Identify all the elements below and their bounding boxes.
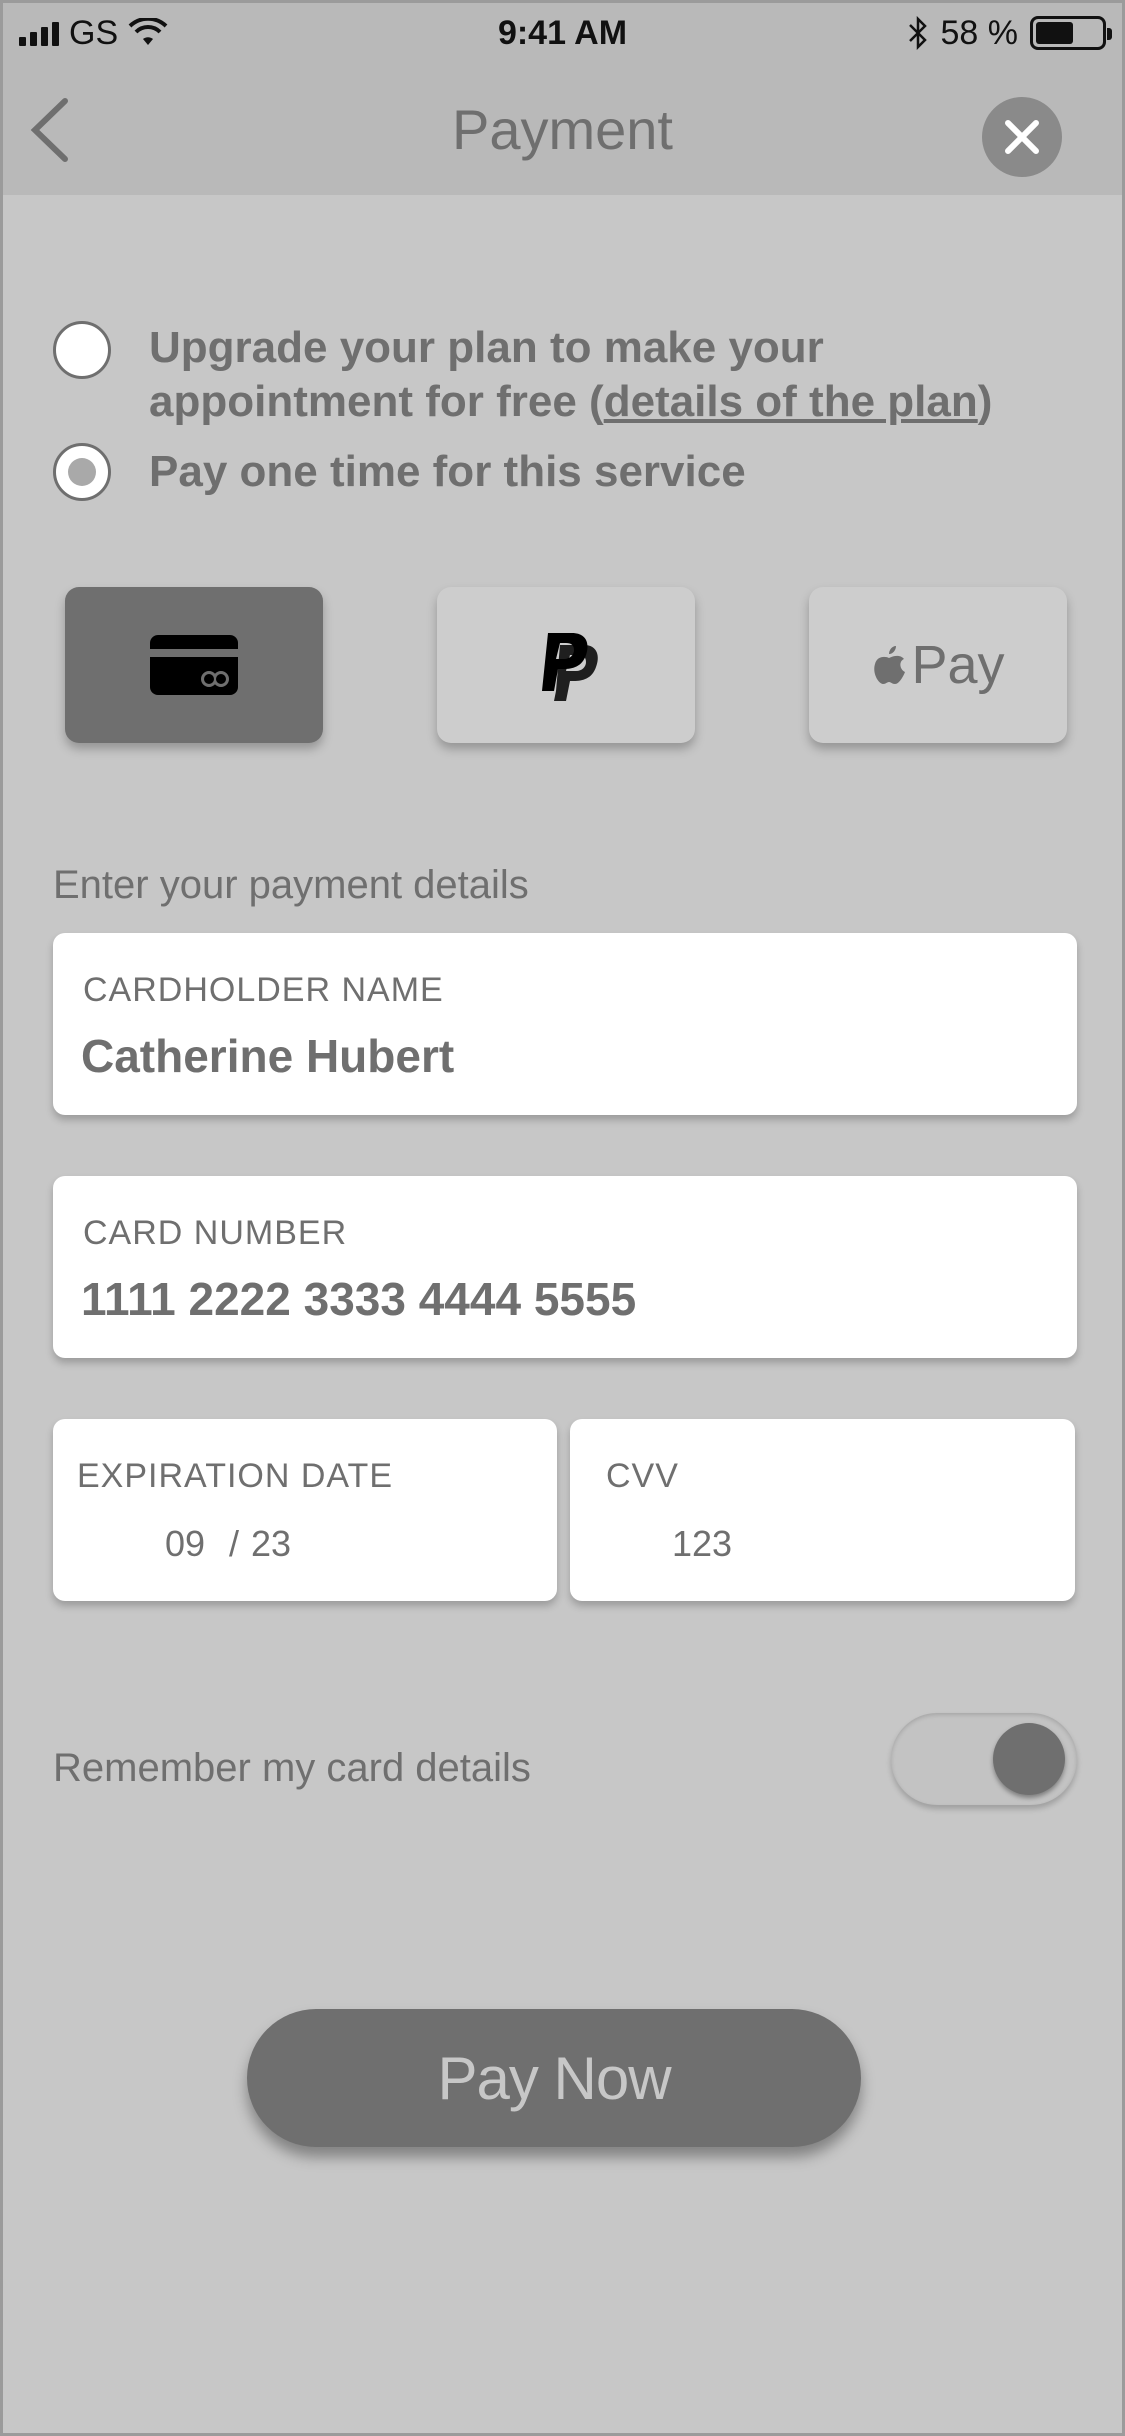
upgrade-line-2: appointment for free (details of the pla… (149, 375, 992, 429)
carrier-name: GS (69, 13, 119, 52)
upgrade-line-2-prefix: appointment for free ( (149, 377, 604, 426)
payment-details-heading: Enter your payment details (53, 863, 529, 907)
cvv-label: CVV (606, 1457, 679, 1495)
expiration-separator: / (229, 1523, 240, 1564)
expiration-date-field[interactable]: EXPIRATION DATE 09 / 23 (53, 1419, 557, 1601)
cvv-field[interactable]: CVV 123 (570, 1419, 1075, 1601)
close-button[interactable] (982, 97, 1062, 177)
radio-selected-dot (68, 458, 96, 486)
upgrade-line-1: Upgrade your plan to make your (149, 323, 824, 372)
expiration-date-label: EXPIRATION DATE (77, 1457, 394, 1495)
card-method-button[interactable] (65, 587, 323, 743)
cardholder-name-value: Catherine Hubert (81, 1030, 455, 1082)
back-button[interactable] (19, 95, 79, 165)
expiration-year-value: 23 (251, 1523, 292, 1564)
battery-percent: 58 % (940, 13, 1019, 52)
paypal-method-button[interactable] (437, 587, 695, 743)
cardholder-name-label: CARDHOLDER NAME (83, 971, 444, 1009)
chevron-left-icon (30, 98, 68, 162)
cardholder-name-field[interactable]: CARDHOLDER NAME Catherine Hubert (53, 933, 1077, 1115)
payment-screen: GS 9:41 AM 58 % Payment Upgrade your pla… (0, 0, 1125, 2436)
card-number-label: CARD NUMBER (83, 1214, 348, 1252)
apple-pay-method-button[interactable]: Pay (809, 587, 1067, 743)
option-upgrade-plan[interactable]: Upgrade your plan to make your appointme… (53, 321, 1062, 429)
status-left: GS (19, 14, 168, 53)
pay-now-button[interactable]: Pay Now (247, 2009, 861, 2147)
radio-pay-one-time[interactable] (53, 443, 111, 501)
nav-bar: Payment (3, 63, 1122, 195)
wifi-icon (128, 18, 168, 45)
paypal-icon (542, 633, 598, 701)
cvv-value: 123 (672, 1523, 733, 1564)
page-title: Payment (452, 97, 673, 161)
remember-card-toggle[interactable] (891, 1713, 1077, 1805)
status-bar: GS 9:41 AM 58 % (3, 3, 1122, 63)
expiration-month-value: 09 (165, 1523, 206, 1564)
card-number-value: 1111 2222 3333 4444 5555 (81, 1273, 637, 1325)
card-number-field[interactable]: CARD NUMBER 1111 2222 3333 4444 5555 (53, 1176, 1077, 1358)
toggle-knob (993, 1723, 1065, 1795)
bluetooth-icon (908, 16, 927, 50)
close-icon (1005, 120, 1039, 154)
option-upgrade-text: Upgrade your plan to make your appointme… (149, 321, 992, 429)
apple-pay-logo: Pay (871, 634, 1005, 696)
apple-pay-text: Pay (911, 635, 1005, 695)
battery-icon (1030, 16, 1112, 50)
upgrade-line-2-suffix: ) (977, 377, 993, 426)
apple-icon (874, 646, 906, 684)
signal-icon (19, 20, 59, 46)
credit-card-icon (150, 635, 238, 695)
option-pay-one-time[interactable]: Pay one time for this service (53, 443, 1062, 501)
plan-details-link[interactable]: details of the plan (604, 377, 978, 426)
option-one-time-text: Pay one time for this service (149, 447, 746, 496)
remember-card-label: Remember my card details (53, 1746, 531, 1790)
radio-upgrade-plan[interactable] (53, 321, 111, 379)
status-right: 58 % (907, 13, 1112, 53)
